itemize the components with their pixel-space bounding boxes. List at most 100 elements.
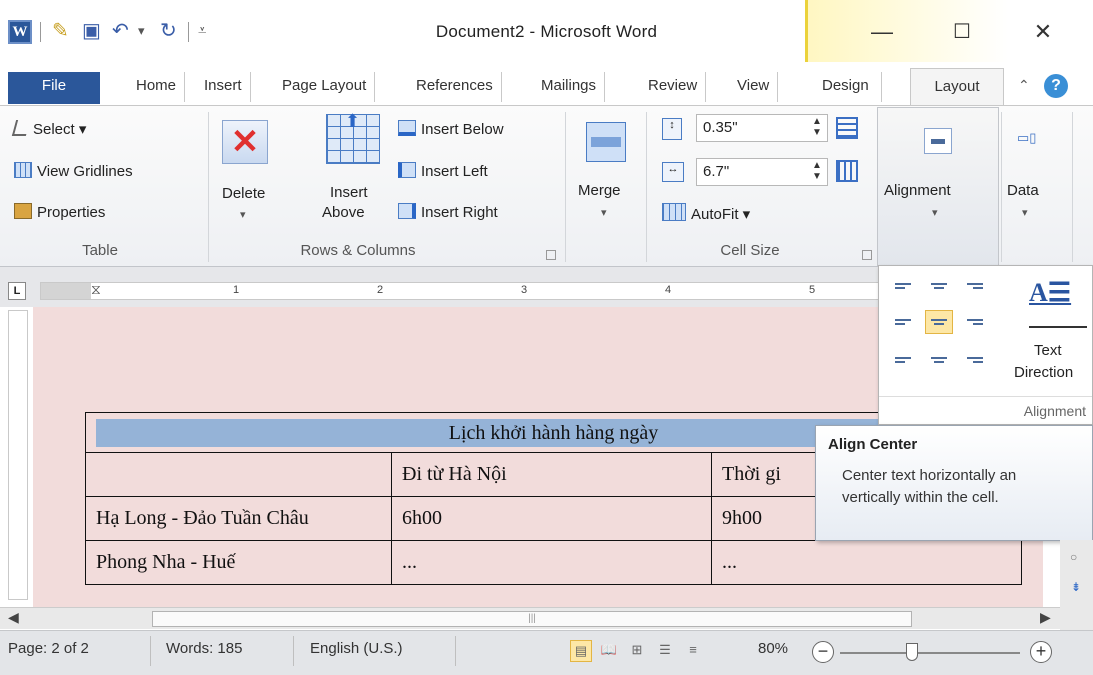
autofit-button[interactable]: AutoFit ▾ (662, 203, 750, 223)
row-height-input[interactable]: 0.35" (696, 114, 828, 142)
alignment-dropdown-icon[interactable]: ▾ (932, 206, 938, 219)
scroll-right-icon[interactable]: ▶ (1040, 609, 1051, 626)
insert-below-icon (398, 120, 416, 136)
tab-file[interactable]: File (8, 72, 100, 104)
next-page-icon[interactable]: ⇟ (1071, 580, 1081, 594)
insert-right-button[interactable]: Insert Right (398, 203, 498, 221)
horizontal-scroll-thumb[interactable]: ||| (152, 611, 912, 627)
insert-left-button[interactable]: Insert Left (398, 162, 488, 180)
delete-dropdown-icon[interactable]: ▾ (240, 208, 246, 221)
align-center-left-button[interactable] (889, 310, 917, 334)
align-center-right-button[interactable] (961, 310, 989, 334)
draft-view-icon[interactable]: ≡ (682, 640, 704, 662)
column-width-input[interactable]: 6.7" (696, 158, 828, 186)
properties-icon (14, 203, 32, 219)
distribute-rows-icon[interactable] (836, 117, 858, 139)
tab-insert[interactable]: Insert (196, 72, 251, 102)
table-row-height-icon: ↕ (662, 118, 682, 140)
full-screen-reading-icon[interactable]: 📖 (598, 640, 620, 662)
properties-button[interactable]: Properties (14, 203, 105, 221)
table-cell[interactable] (85, 452, 392, 497)
row-height-spinner[interactable]: ▲ ▼ (812, 116, 822, 138)
vertical-scrollbar[interactable]: ○ ⇟ (1060, 540, 1093, 630)
table-cell[interactable]: Hạ Long - Đảo Tuần Châu (85, 496, 392, 541)
table-cell[interactable]: Đi từ Hà Nội (391, 452, 712, 497)
table-cell[interactable]: ... (391, 540, 712, 585)
help-icon[interactable]: ? (1044, 74, 1068, 98)
tab-selector-button[interactable]: L (8, 282, 26, 300)
maximize-button[interactable]: ☐ (932, 14, 992, 50)
column-width-spinner[interactable]: ▲ ▼ (812, 160, 822, 182)
view-gridlines-button[interactable]: View Gridlines (14, 162, 133, 180)
alignment-icon (924, 128, 952, 154)
data-dropdown-icon[interactable]: ▾ (1022, 206, 1028, 219)
status-separator (150, 636, 151, 666)
text-direction-button[interactable]: Direction (1014, 364, 1092, 381)
distribute-columns-icon[interactable] (836, 160, 858, 182)
status-separator (293, 636, 294, 666)
tab-review[interactable]: Review (640, 72, 707, 102)
merge-button[interactable]: Merge (578, 182, 621, 199)
alignment-dropdown-footer: Alignment (879, 396, 1092, 424)
align-center-button[interactable] (925, 310, 953, 334)
zoom-out-button[interactable]: − (812, 641, 834, 663)
align-top-center-button[interactable] (925, 276, 953, 300)
tab-layout[interactable]: Layout (910, 68, 1004, 106)
ruler-number: 4 (665, 284, 672, 296)
minimize-button[interactable]: — (852, 14, 912, 50)
vertical-ruler[interactable] (8, 310, 28, 600)
table-column-width-icon: ↔ (662, 162, 684, 182)
ruler-number: 1 (233, 284, 240, 296)
print-layout-view-icon[interactable]: ▤ (570, 640, 592, 662)
align-bottom-right-button[interactable] (961, 344, 989, 368)
group-label-table: Table (82, 242, 118, 259)
table-cell[interactable]: Phong Nha - Huế (85, 540, 392, 585)
delete-button[interactable]: Delete (222, 185, 265, 202)
align-bottom-left-button[interactable] (889, 344, 917, 368)
zoom-slider[interactable] (840, 652, 1020, 654)
tab-home[interactable]: Home (128, 72, 186, 102)
tab-design[interactable]: Design (810, 72, 882, 102)
close-button[interactable]: ✕ (1013, 14, 1073, 50)
horizontal-ruler[interactable]: ⧖ 1 2 3 4 5 (40, 281, 880, 300)
outline-view-icon[interactable]: ☰ (654, 640, 676, 662)
insert-below-button[interactable]: Insert Below (398, 120, 504, 138)
merge-dropdown-icon[interactable]: ▾ (601, 206, 607, 219)
web-layout-icon[interactable]: ⊞ (626, 640, 648, 662)
table-cell[interactable]: 6h00 (391, 496, 712, 541)
tab-view[interactable]: View (729, 72, 779, 102)
browse-object-icon[interactable]: ○ (1070, 550, 1077, 564)
window-title: Document2 - Microsoft Word (435, 22, 658, 41)
zoom-in-button[interactable]: + (1030, 641, 1052, 663)
select-button[interactable]: Select ▾ (11, 120, 86, 138)
cursor-icon (11, 120, 31, 136)
tab-mailings[interactable]: Mailings (533, 72, 606, 102)
insert-above-icon[interactable]: ⬆ (326, 111, 380, 164)
merge-icon[interactable] (586, 122, 626, 162)
zoom-level[interactable]: 80% (758, 640, 788, 657)
delete-icon[interactable]: ✕ (222, 120, 268, 164)
group-label-cell-size: Cell Size (720, 242, 780, 259)
scroll-left-icon[interactable]: ◀ (8, 609, 19, 626)
align-top-right-button[interactable] (961, 276, 989, 300)
text-direction-icon: A☰ (1029, 278, 1072, 307)
cell-size-launcher-icon[interactable] (862, 250, 872, 260)
page-count[interactable]: Page: 2 of 2 (8, 640, 89, 657)
word-count[interactable]: Words: 185 (166, 640, 242, 657)
zoom-slider-thumb[interactable] (906, 643, 918, 661)
ruler-number: 5 (809, 284, 816, 296)
align-bottom-center-button[interactable] (925, 344, 953, 368)
language-indicator[interactable]: English (U.S.) (310, 640, 403, 657)
indent-marker-icon[interactable]: ⧖ (91, 281, 101, 298)
table-cell[interactable]: ... (711, 540, 1022, 585)
minimize-ribbon-icon[interactable]: ⌃ (1018, 77, 1030, 94)
data-button[interactable]: Data (1007, 182, 1039, 199)
rows-columns-launcher-icon[interactable] (546, 250, 556, 260)
align-top-left-button[interactable] (889, 276, 917, 300)
group-separator (208, 112, 209, 262)
tab-page-layout[interactable]: Page Layout (274, 72, 376, 102)
ruler-margin (41, 283, 91, 299)
tab-references[interactable]: References (408, 72, 502, 102)
insert-above-button[interactable]: Above (322, 204, 365, 221)
ruler-number: 2 (377, 284, 384, 296)
